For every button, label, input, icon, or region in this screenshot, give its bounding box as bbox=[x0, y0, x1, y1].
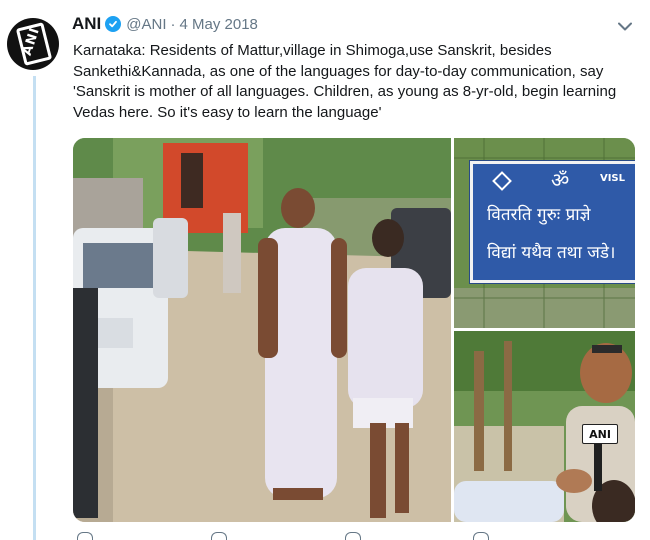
signboard: ॐ VISL वितरति गुरुः प्राज्ञे विद्यां यथै… bbox=[470, 161, 635, 283]
avatar[interactable]: ANI bbox=[7, 18, 59, 70]
author-handle[interactable]: @ANI bbox=[126, 16, 166, 33]
tweet-date[interactable]: 4 May 2018 bbox=[180, 16, 258, 33]
photo-street-scene[interactable] bbox=[73, 138, 451, 522]
chevron-down-icon[interactable] bbox=[614, 16, 636, 36]
visl-logo-icon bbox=[492, 171, 512, 191]
share-icon[interactable] bbox=[473, 532, 489, 540]
verified-badge-icon bbox=[105, 16, 122, 32]
photo-signboard[interactable]: ॐ VISL वितरति गुरुः प्राज्ञे विद्यां यथै… bbox=[454, 138, 635, 328]
sign-text-line-1: वितरति गुरुः प्राज्ञे bbox=[487, 205, 591, 225]
mic-flag-label: ANI bbox=[582, 424, 618, 444]
like-icon[interactable] bbox=[345, 532, 361, 540]
reply-icon[interactable] bbox=[77, 532, 93, 540]
media-grid: ॐ VISL वितरति गुरुः प्राज्ञे विद्यां यथै… bbox=[73, 138, 635, 522]
separator-dot: · bbox=[170, 15, 176, 33]
retweet-icon[interactable] bbox=[211, 532, 227, 540]
tweet-header: ANI @ANI · 4 May 2018 bbox=[72, 13, 258, 35]
thread-line bbox=[33, 76, 36, 540]
tweet-actions bbox=[73, 532, 633, 540]
sign-brand: VISL bbox=[599, 173, 625, 184]
om-symbol-icon: ॐ bbox=[551, 168, 570, 192]
photo-interview[interactable]: ANI bbox=[454, 331, 635, 522]
author-name[interactable]: ANI bbox=[72, 14, 101, 34]
tweet-text: Karnataka: Residents of Mattur,village i… bbox=[73, 42, 617, 121]
sign-text-line-2: विद्यां यथैव तथा जडे। bbox=[487, 243, 616, 263]
